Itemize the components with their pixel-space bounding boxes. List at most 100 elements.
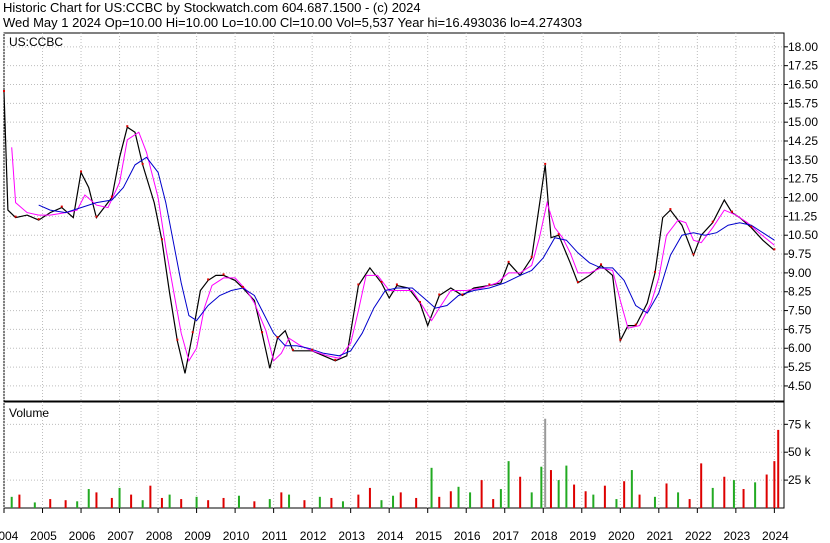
x-tick-label: 2024 (762, 529, 789, 543)
volume-bar (777, 429, 780, 508)
x-tick-label: 2007 (107, 529, 134, 543)
volume-bar (469, 492, 472, 508)
volume-bar (280, 492, 283, 508)
price-tick-marker (557, 233, 560, 236)
price-tick-marker (291, 348, 294, 351)
price-tick-marker (241, 285, 244, 288)
price-panel (3, 32, 785, 402)
x-tick-label: 2014 (377, 529, 404, 543)
y-tick-label: 15.75 (788, 96, 818, 110)
volume-bar (268, 499, 271, 508)
volume-bar (64, 500, 67, 508)
x-tick-label: 2019 (569, 529, 596, 543)
volume-bar (87, 489, 90, 508)
y-tick-label: 5.25 (788, 360, 812, 374)
volume-bar (180, 499, 183, 508)
volume-bar (33, 502, 36, 508)
volume-bar (540, 466, 543, 508)
volume-bar (95, 492, 98, 508)
volume-bar (110, 497, 113, 508)
volume-bar (592, 494, 595, 508)
price-tick-marker (380, 280, 383, 283)
volume-bar (519, 476, 522, 508)
price-tick-marker (95, 215, 98, 218)
price-tick-marker (334, 358, 337, 361)
volume-bar (368, 487, 371, 508)
volume-bar (688, 499, 691, 508)
x-tick-label: 2020 (608, 529, 635, 543)
volume-bar (449, 491, 452, 508)
volume-bar (303, 500, 306, 508)
volume-bar (160, 497, 163, 508)
volume-bar (653, 496, 656, 508)
volume-bar (665, 483, 668, 508)
y-tick-label: 17.25 (788, 59, 818, 73)
volume-bar (438, 496, 441, 508)
price-tick-marker (80, 170, 83, 173)
price-tick-marker (619, 338, 622, 341)
x-tick-label: 2018 (531, 529, 558, 543)
price-tick-marker (126, 125, 129, 128)
x-tick-label: 2015 (415, 529, 442, 543)
volume-bar (288, 494, 291, 508)
price-tick-marker (653, 270, 656, 273)
volume-bar (723, 476, 726, 508)
price-tick-marker (261, 331, 264, 334)
price-tick-marker (37, 218, 40, 221)
y-tick-label: 9.75 (788, 247, 812, 261)
volume-bar (18, 494, 21, 508)
volume-bar (765, 474, 768, 508)
price-tick-marker (461, 293, 464, 296)
x-tick-label: 2012 (300, 529, 327, 543)
price-tick-marker (438, 293, 441, 296)
volume-bar (499, 489, 502, 508)
volume-bar (549, 470, 552, 508)
stock-chart: 2004 2005 2006 2007 2008 2009 2010 2011 2012 2013… (0, 32, 818, 543)
volume-bar (630, 470, 633, 508)
y-tick-label: 14.25 (788, 134, 818, 148)
y-tick-label: 8.25 (788, 285, 812, 299)
price-tick-marker (14, 215, 17, 218)
volume-bar (237, 495, 240, 508)
volume-bar (399, 492, 402, 508)
x-tick-label: 2006 (69, 529, 96, 543)
volume-bar (565, 465, 568, 508)
volume-bar (168, 494, 171, 508)
volume-bar (773, 461, 776, 508)
volume-bar (457, 486, 460, 508)
price-tick-marker (731, 210, 733, 213)
y-tick-label: 6.75 (788, 322, 812, 336)
y-tick-label: 15.00 (788, 115, 818, 129)
price-tick-marker (207, 278, 210, 281)
volume-tick-label: 25 k (788, 473, 812, 487)
price-tick-marker (669, 208, 672, 211)
price-tick-marker (60, 205, 63, 208)
x-tick-label: 2013 (338, 529, 365, 543)
volume-bar (130, 494, 133, 508)
y-tick-label: 18.00 (788, 40, 818, 54)
x-tick-label: 2016 (454, 529, 481, 543)
x-tick-label: 2011 (262, 529, 288, 543)
y-tick-label: 12.75 (788, 172, 818, 186)
volume-bar (573, 484, 576, 508)
y-tick-label: 11.25 (788, 209, 817, 223)
y-tick-label: 10.50 (788, 228, 818, 242)
volume-bar (330, 497, 333, 508)
volume-bar (623, 481, 626, 508)
volume-bar (700, 463, 703, 508)
volume-bar (118, 487, 121, 508)
volume-bar (492, 499, 495, 508)
x-tick-label: 2005 (30, 529, 57, 543)
y-tick-label: 9.00 (788, 266, 812, 280)
price-tick-marker (711, 220, 714, 223)
volume-bar (507, 461, 510, 508)
volume-bar (76, 501, 79, 508)
price-tick-marker (191, 331, 194, 334)
x-tick-label: 2009 (184, 529, 211, 543)
price-tick-marker (544, 162, 547, 165)
volume-bar (392, 495, 395, 508)
y-tick-label: 13.50 (788, 153, 818, 167)
volume-bar (341, 501, 344, 508)
volume-bar (415, 497, 418, 508)
volume-bar (253, 501, 256, 508)
